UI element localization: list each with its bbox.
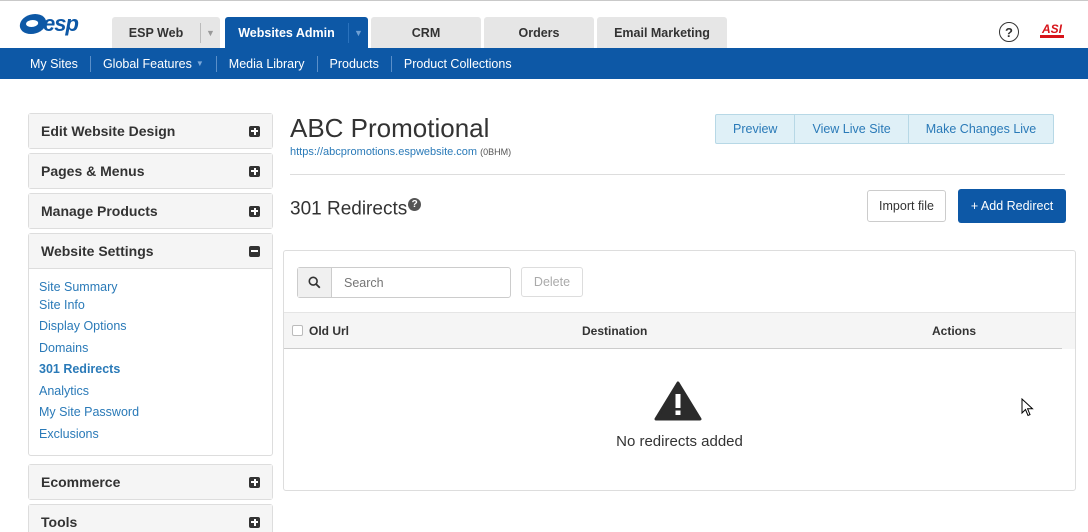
chevron-down-icon: ▼ <box>195 59 204 68</box>
plus-square-icon[interactable] <box>249 476 260 488</box>
minus-square-icon[interactable] <box>249 245 260 257</box>
section-title-text: 301 Redirects <box>290 198 408 220</box>
subnav-divider <box>316 55 318 72</box>
tab-websites-admin[interactable]: Websites Admin ▼ <box>225 17 368 49</box>
table-header-divider <box>284 348 1062 349</box>
subnav-product-collections-label: Product Collections <box>403 56 512 71</box>
sidebar-panel-pages-menus: Pages & Menus <box>28 153 273 189</box>
tab-esp-web-label: ESP Web <box>128 26 184 40</box>
chevron-down-icon[interactable]: ▼ <box>348 23 368 43</box>
delete-button[interactable]: Delete <box>521 267 583 297</box>
sub-navigation: My Sites Global Features ▼ Media Library … <box>0 48 1088 79</box>
empty-state-message: No redirects added <box>616 433 743 450</box>
sidebar-link-301-redirects[interactable]: 301 Redirects <box>39 359 262 381</box>
sidebar-panel-header[interactable]: Tools <box>29 505 272 532</box>
subnav-my-sites-label: My Sites <box>30 56 78 71</box>
sidebar-panel-title: Manage Products <box>41 203 158 219</box>
sidebar-panel-title: Tools <box>41 514 78 530</box>
esp-logo[interactable]: esp <box>17 11 79 37</box>
tab-crm-label: CRM <box>411 26 441 40</box>
search-icon <box>308 276 321 289</box>
sidebar-panel-tools: Tools <box>28 504 273 532</box>
search-button[interactable] <box>298 268 332 297</box>
subnav-divider <box>390 55 392 72</box>
sidebar-panel-website-settings: Website Settings Site Summary Site Info … <box>28 233 273 456</box>
sidebar-panel-header[interactable]: Edit Website Design <box>29 114 272 148</box>
import-file-button[interactable]: Import file <box>867 190 946 222</box>
subnav-media-library[interactable]: Media Library <box>229 57 305 71</box>
sidebar-panel-header[interactable]: Website Settings <box>29 234 272 268</box>
plus-square-icon[interactable] <box>249 165 260 177</box>
column-old-url[interactable]: Old Url <box>309 324 349 338</box>
sidebar-panel-edit-website-design: Edit Website Design <box>28 113 273 149</box>
sidebar-panel-title: Edit Website Design <box>41 123 176 139</box>
tab-websites-admin-label: Websites Admin <box>238 26 335 40</box>
tab-esp-web[interactable]: ESP Web ▼ <box>112 17 220 49</box>
sidebar-link-my-site-password[interactable]: My Site Password <box>39 402 262 424</box>
sidebar-panel-header[interactable]: Manage Products <box>29 194 272 228</box>
site-url-link[interactable]: https://abcpromotions.espwebsite.com <box>290 146 477 158</box>
question-circle-icon[interactable]: ? <box>408 198 422 211</box>
tab-orders-label: Orders <box>518 26 560 40</box>
website-settings-links: Site Summary Site Info Display Options D… <box>29 268 272 455</box>
site-title: ABC Promotional <box>290 113 490 143</box>
view-live-site-button[interactable]: View Live Site <box>795 115 909 143</box>
plus-square-icon[interactable] <box>249 125 260 137</box>
sidebar-panel-ecommerce: Ecommerce <box>28 464 273 500</box>
sidebar-panel-header[interactable]: Ecommerce <box>29 465 272 499</box>
sidebar-panel-title: Pages & Menus <box>41 163 145 179</box>
subnav-products[interactable]: Products <box>330 57 379 71</box>
sidebar-link-analytics[interactable]: Analytics <box>39 381 262 403</box>
plus-square-icon[interactable] <box>249 205 260 217</box>
redirects-table-card: Delete Old Url Destination Actions No re… <box>283 250 1076 491</box>
mouse-cursor-icon <box>1021 398 1034 417</box>
preview-button[interactable]: Preview <box>716 115 796 143</box>
esp-logo-text: esp <box>43 11 79 36</box>
make-changes-live-button[interactable]: Make Changes Live <box>909 115 1053 143</box>
site-code: (0BHM) <box>480 147 512 157</box>
asi-logo[interactable]: ASI <box>1040 22 1064 38</box>
header-divider <box>290 174 1065 175</box>
table-header: Old Url Destination Actions <box>284 312 1075 349</box>
sidebar-panel-title: Ecommerce <box>41 474 121 490</box>
help-icon[interactable]: ? <box>999 22 1019 42</box>
subnav-product-collections[interactable]: Product Collections <box>404 57 512 71</box>
warning-triangle-icon <box>654 381 702 421</box>
sidebar-link-site-info[interactable]: Site Info <box>39 295 262 317</box>
column-destination[interactable]: Destination <box>582 324 647 338</box>
sidebar-panel-title: Website Settings <box>41 243 154 259</box>
subnav-my-sites[interactable]: My Sites <box>30 57 78 71</box>
column-actions: Actions <box>932 324 977 338</box>
plus-square-icon[interactable] <box>249 516 260 528</box>
tab-crm[interactable]: CRM <box>371 17 481 49</box>
subnav-divider <box>89 55 91 72</box>
sidebar-panel-header[interactable]: Pages & Menus <box>29 154 272 188</box>
search-input[interactable] <box>332 268 510 297</box>
section-title: 301 Redirects? <box>290 198 422 220</box>
subnav-global-features[interactable]: Global Features ▼ <box>103 57 204 71</box>
subnav-media-library-label: Media Library <box>228 56 305 71</box>
sidebar-panel-manage-products: Manage Products <box>28 193 273 229</box>
top-tab-bar: esp ESP Web ▼ Websites Admin ▼ CRM Order… <box>0 0 1088 49</box>
sidebar-link-exclusions[interactable]: Exclusions <box>39 424 262 446</box>
chevron-down-icon[interactable]: ▼ <box>200 23 220 43</box>
select-all-checkbox[interactable] <box>292 325 303 336</box>
site-actions: Preview View Live Site Make Changes Live <box>715 114 1055 144</box>
sidebar-link-domains[interactable]: Domains <box>39 338 262 360</box>
tab-orders[interactable]: Orders <box>484 17 594 49</box>
site-url: https://abcpromotions.espwebsite.com (0B… <box>290 146 511 158</box>
tab-email-marketing[interactable]: Email Marketing <box>597 17 727 49</box>
add-redirect-button[interactable]: + Add Redirect <box>958 189 1066 223</box>
subnav-products-label: Products <box>329 56 379 71</box>
search-box <box>297 267 511 298</box>
sidebar-link-display-options[interactable]: Display Options <box>39 316 262 338</box>
subnav-divider <box>215 55 217 72</box>
subnav-global-features-label: Global Features <box>102 56 192 71</box>
tab-email-marketing-label: Email Marketing <box>614 26 710 40</box>
